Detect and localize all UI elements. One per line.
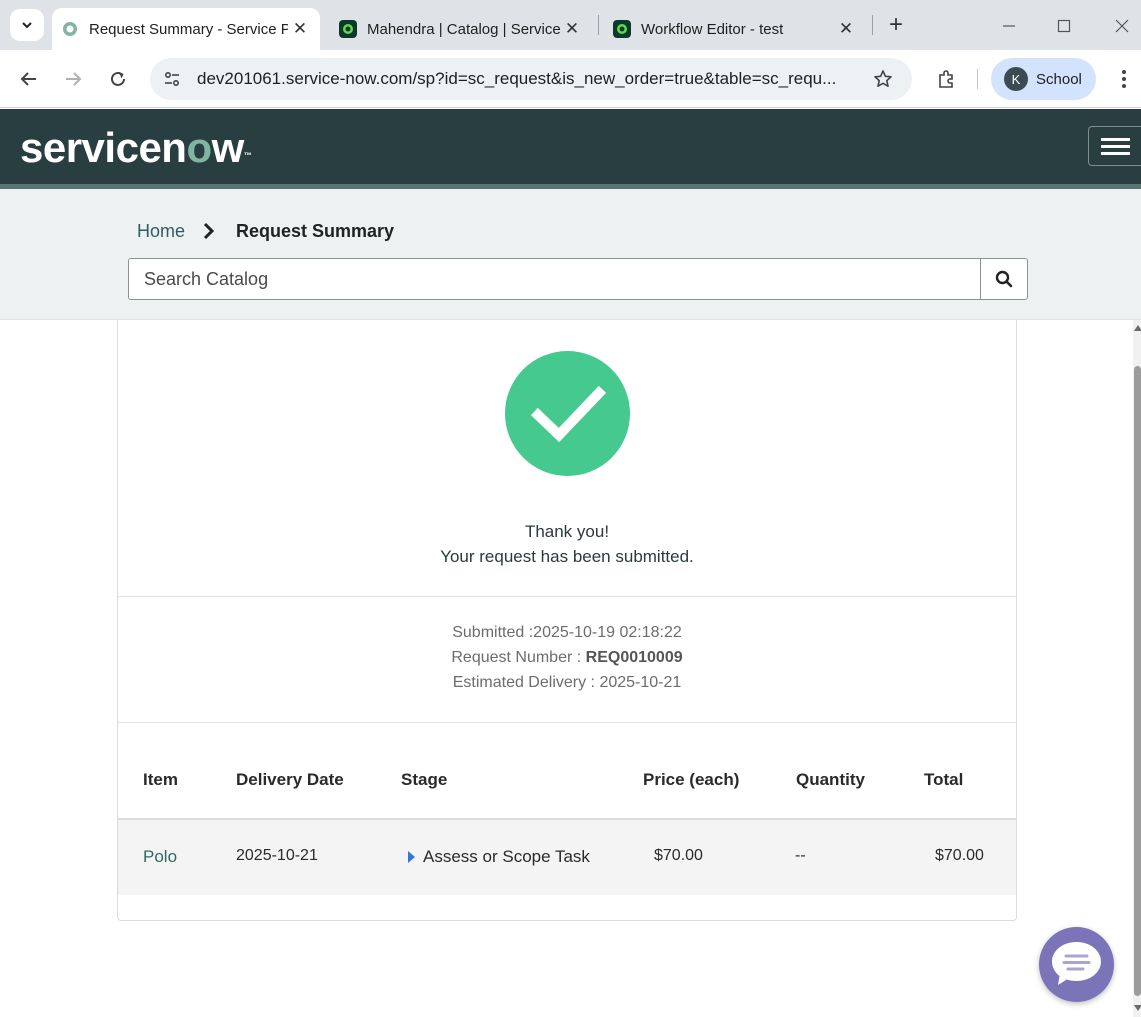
tab-title: Mahendra | Catalog | ServiceNow [367,20,560,38]
search-button[interactable] [980,259,1027,299]
menu-icon[interactable] [1088,126,1141,166]
price-cell: $70.00 [654,847,703,864]
tab-title: Workflow Editor - test [641,20,784,38]
more-icon[interactable] [1110,63,1138,95]
column-header-price: Price (each) [643,770,740,789]
extensions-icon[interactable] [930,63,962,95]
search-bar [128,258,1028,300]
tab-search-button[interactable] [10,9,44,41]
chat-button[interactable] [1039,927,1114,1002]
submitted-info: Submitted :2025-10-19 02:18:22 [117,624,1017,642]
scroll-up-arrow[interactable] [1134,325,1141,331]
chevron-down-icon [22,22,32,29]
back-icon[interactable] [13,63,45,95]
browser-toolbar: dev201061.service-now.com/sp?id=sc_reque… [0,50,1141,108]
forward-icon[interactable] [57,63,89,95]
avatar: K [1004,67,1028,91]
servicenow-logo[interactable]: servicenow™ [20,124,252,172]
item-link[interactable]: Polo [143,847,177,867]
servicenow-favicon [61,20,79,38]
toolbar-separator [977,69,978,89]
close-icon[interactable]: ✕ [288,17,312,41]
delivery-date-cell: 2025-10-21 [236,847,318,864]
tab-separator [872,15,873,35]
servicenow-favicon [339,20,357,38]
column-header-stage: Stage [401,770,448,789]
logo-trademark: ™ [243,151,252,160]
profile-button[interactable]: K School [991,58,1096,100]
quantity-cell: -- [795,847,806,864]
logo-text: servicen [20,124,187,171]
breadcrumb-home-link[interactable]: Home [137,221,185,242]
minimize-icon[interactable] [995,12,1023,40]
submitted-value: 2025-10-19 02:18:22 [533,624,682,641]
logo-text: o [186,124,212,171]
search-icon [995,270,1013,288]
close-icon[interactable] [1108,12,1136,40]
request-number-info: Request Number : REQ0010009 [117,649,1017,667]
estimated-delivery-info: Estimated Delivery : 2025-10-21 [117,674,1017,692]
success-checkmark [505,351,630,476]
divider [118,596,1016,597]
column-header-total: Total [924,770,964,789]
submitted-message: Your request has been submitted. [440,547,694,566]
request-number-label: Request Number : [451,649,582,666]
close-icon[interactable]: ✕ [560,17,584,41]
tab-workflow-editor[interactable]: Workflow Editor - test ✕ [604,8,866,50]
column-header-quantity: Quantity [796,770,865,789]
request-number-value: REQ0010009 [585,649,683,666]
checkmark-icon [530,385,607,443]
submitted-label: Submitted : [452,624,534,641]
estimated-delivery-value: 2025-10-21 [599,674,682,691]
stage-cell[interactable]: Assess or Scope Task [423,847,590,867]
plus-icon[interactable]: + [882,11,910,39]
browser-tab-bar: Request Summary - Service Portal ✕ Mahen… [0,0,1141,50]
tab-title: Request Summary - Service Portal [89,20,288,38]
maximize-icon[interactable] [1050,12,1078,40]
total-cell: $70.00 [935,847,984,864]
scroll-down-arrow[interactable] [1134,1005,1141,1011]
close-icon[interactable]: ✕ [834,17,858,41]
tab-separator [598,15,599,35]
tab-mahendra-catalog[interactable]: Mahendra | Catalog | ServiceNow ✕ [330,8,592,50]
breadcrumb-area [0,189,1141,320]
estimated-delivery-label: Estimated Delivery : [452,674,595,691]
breadcrumb-current: Request Summary [236,221,395,241]
column-header-delivery-date: Delivery Date [236,770,344,789]
star-icon[interactable] [868,64,898,94]
address-bar[interactable]: dev201061.service-now.com/sp?id=sc_reque… [150,58,912,100]
column-header-item: Item [143,770,178,789]
scrollbar-thumb[interactable] [1134,366,1141,996]
thank-you-text: Thank you! [524,522,610,541]
logo-text: w [211,124,245,171]
caret-right-icon[interactable] [408,851,415,863]
divider [118,722,1016,723]
chevron-right-icon [203,222,215,240]
reload-icon[interactable] [102,63,134,95]
servicenow-favicon [613,20,631,38]
site-settings-icon[interactable] [157,64,187,94]
search-input[interactable] [129,259,981,299]
chat-icon [1052,942,1101,985]
profile-label: School [1036,70,1082,88]
tab-request-summary[interactable]: Request Summary - Service Portal ✕ [52,8,320,50]
url-text: dev201061.service-now.com/sp?id=sc_reque… [197,69,837,88]
